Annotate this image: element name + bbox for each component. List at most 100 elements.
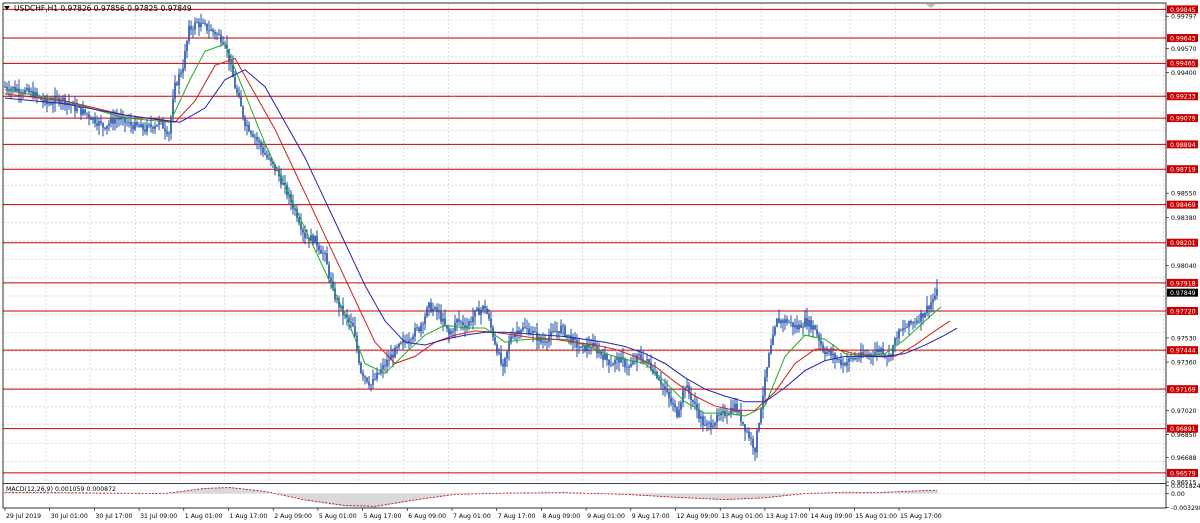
candle-body[interactable] [164, 128, 166, 132]
candle-body[interactable] [466, 325, 468, 328]
candle-body[interactable] [414, 328, 416, 337]
candle-body[interactable] [710, 422, 712, 428]
candle-body[interactable] [618, 357, 620, 363]
candle-body[interactable] [624, 359, 626, 368]
candle-body[interactable] [178, 74, 180, 85]
candle-body[interactable] [764, 377, 766, 396]
candle-body[interactable] [374, 379, 376, 380]
candle-body[interactable] [532, 331, 534, 333]
candle-body[interactable] [706, 423, 708, 426]
candle-body[interactable] [398, 343, 400, 348]
candle-body[interactable] [30, 90, 32, 93]
candle-body[interactable] [146, 124, 148, 132]
candle-body[interactable] [238, 92, 240, 98]
candle-body[interactable] [378, 372, 380, 374]
candle-body[interactable] [686, 385, 688, 388]
candle-body[interactable] [898, 329, 900, 339]
candle-body[interactable] [742, 421, 744, 425]
candle-body[interactable] [382, 365, 384, 370]
candle-body[interactable] [922, 313, 924, 318]
candle-body[interactable] [326, 253, 328, 265]
candle-body[interactable] [168, 133, 170, 135]
candle-body[interactable] [678, 409, 680, 417]
candle-body[interactable] [248, 124, 250, 132]
candle-body[interactable] [796, 324, 798, 330]
candle-body[interactable] [20, 93, 22, 95]
candle-body[interactable] [258, 140, 260, 143]
candle-body[interactable] [802, 326, 804, 328]
candle-body[interactable] [754, 447, 756, 453]
candle-body[interactable] [352, 323, 354, 327]
candle-body[interactable] [770, 345, 772, 354]
candle-body[interactable] [216, 33, 218, 35]
candle-body[interactable] [804, 317, 806, 327]
candle-body[interactable] [14, 87, 16, 92]
candle-body[interactable] [134, 122, 136, 130]
candle-body[interactable] [260, 142, 262, 148]
candle-body[interactable] [894, 337, 896, 346]
candle-body[interactable] [926, 305, 928, 314]
candle-body[interactable] [768, 353, 770, 368]
candle-body[interactable] [476, 308, 478, 311]
candle-body[interactable] [230, 62, 232, 65]
candle-body[interactable] [714, 422, 716, 426]
candle-body[interactable] [180, 72, 182, 75]
candle-body[interactable] [676, 407, 678, 417]
candle-body[interactable] [444, 318, 446, 326]
candle-body[interactable] [16, 88, 18, 92]
candle-body[interactable] [88, 114, 90, 118]
candle-body[interactable] [392, 354, 394, 358]
candle-body[interactable] [910, 320, 912, 324]
candle-body[interactable] [672, 402, 674, 405]
candle-body[interactable] [166, 131, 168, 135]
candle-body[interactable] [780, 320, 782, 324]
candle-body[interactable] [480, 309, 482, 316]
candle-body[interactable] [496, 344, 498, 354]
candle-body[interactable] [458, 319, 460, 322]
candle-body[interactable] [578, 347, 580, 349]
candle-body[interactable] [262, 147, 264, 153]
candle-body[interactable] [84, 109, 86, 114]
candle-body[interactable] [854, 357, 856, 360]
candle-body[interactable] [456, 319, 458, 323]
candle-body[interactable] [784, 319, 786, 323]
candle-body[interactable] [358, 349, 360, 363]
candle-body[interactable] [184, 51, 186, 69]
candle-body[interactable] [916, 320, 918, 323]
candle-body[interactable] [920, 313, 922, 322]
candle-body[interactable] [142, 124, 144, 130]
candle-body[interactable] [498, 352, 500, 354]
candle-body[interactable] [738, 411, 740, 413]
candle-body[interactable] [640, 354, 642, 359]
candle-body[interactable] [110, 118, 112, 124]
candle-body[interactable] [730, 407, 732, 414]
candle-body[interactable] [614, 359, 616, 365]
candle-body[interactable] [174, 82, 176, 99]
candle-body[interactable] [542, 341, 544, 343]
candle-body[interactable] [354, 326, 356, 337]
candle-body[interactable] [412, 336, 414, 340]
candle-body[interactable] [328, 264, 330, 278]
candle-body[interactable] [852, 358, 854, 360]
candle-body[interactable] [26, 87, 28, 90]
candle-body[interactable] [396, 347, 398, 348]
candle-body[interactable] [156, 124, 158, 127]
candle-body[interactable] [350, 321, 352, 324]
candle-body[interactable] [924, 313, 926, 318]
candle-body[interactable] [848, 357, 850, 363]
candle-body[interactable] [86, 113, 88, 115]
candle-body[interactable] [718, 414, 720, 416]
candle-body[interactable] [100, 121, 102, 124]
candle-body[interactable] [908, 320, 910, 328]
candle-body[interactable] [478, 308, 480, 316]
candle-body[interactable] [202, 22, 204, 24]
candle-body[interactable] [76, 107, 78, 111]
candle-body[interactable] [154, 126, 156, 129]
candle-body[interactable] [508, 342, 510, 352]
candle-body[interactable] [638, 354, 640, 356]
candle-body[interactable] [814, 325, 816, 330]
candle-body[interactable] [902, 328, 904, 331]
candle-body[interactable] [306, 237, 308, 239]
candle-body[interactable] [426, 307, 428, 317]
candle-body[interactable] [102, 123, 104, 128]
